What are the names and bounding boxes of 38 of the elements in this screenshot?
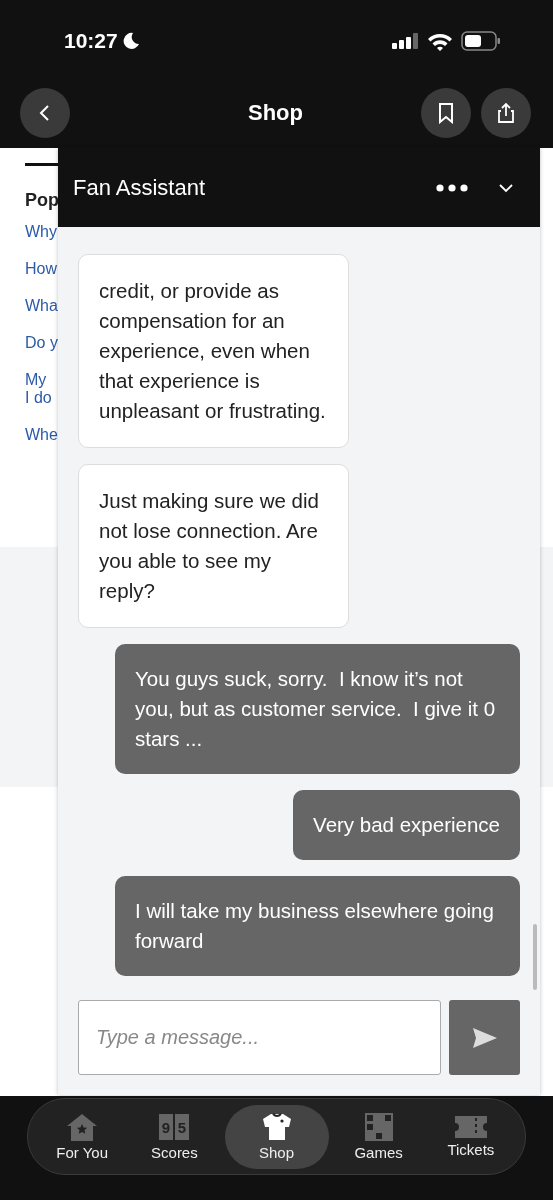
- clock-time: 10:27: [64, 29, 118, 53]
- house-icon: [66, 1112, 99, 1141]
- chat-title: Fan Assistant: [73, 174, 207, 201]
- section-heading: Pop: [25, 190, 60, 211]
- faq-link[interactable]: My I do: [25, 371, 52, 407]
- faq-link[interactable]: How: [25, 260, 57, 278]
- more-icon: [436, 183, 468, 192]
- send-icon: [471, 1026, 498, 1049]
- faq-link[interactable]: Wha: [25, 297, 58, 315]
- bookmark-button[interactable]: [421, 88, 471, 138]
- user-message: You guys suck, sorry. I know it’s not you, but as customer service. I give it 0 stars ...: [115, 644, 520, 774]
- battery-icon: [461, 31, 501, 51]
- send-button[interactable]: [449, 1000, 520, 1075]
- faq-link[interactable]: Whe: [25, 426, 58, 444]
- share-button[interactable]: [481, 88, 531, 138]
- ticket-icon: [454, 1115, 487, 1138]
- tab-bar-item[interactable]: Games: [332, 1104, 425, 1169]
- crossword-icon: [364, 1112, 393, 1141]
- chevron-down-icon: [498, 182, 514, 193]
- user-message: I will take my business elsewhere going forward: [115, 876, 520, 976]
- faq-link[interactable]: Do y: [25, 334, 58, 352]
- tab-bar-item[interactable]: Shop: [224, 1104, 329, 1169]
- agent-message: Just making sure we did not lose connection. Are you able to see my reply?: [78, 464, 349, 628]
- page-title: Shop: [247, 100, 304, 126]
- share-icon: [497, 102, 515, 124]
- moon-icon: [121, 32, 140, 50]
- faq-link[interactable]: Why: [25, 223, 57, 241]
- user-message: Very bad experience: [293, 790, 520, 860]
- tab-bar-item[interactable]: 9 5 Scores: [128, 1104, 221, 1169]
- agent-message: credit, or provide as compensation for an experience, even when that experience is unpleasant or frustrating.: [78, 254, 349, 448]
- message-input[interactable]: Type a message...: [78, 1000, 441, 1075]
- tab-bar-item[interactable]: For You: [36, 1104, 129, 1169]
- tab-bar-item[interactable]: Tickets: [424, 1104, 517, 1169]
- shirt-icon: [261, 1112, 292, 1141]
- bookmark-icon: [438, 102, 454, 124]
- back-chevron-icon: [38, 103, 52, 123]
- wifi-icon: [427, 31, 453, 51]
- signal-icon: [392, 33, 419, 49]
